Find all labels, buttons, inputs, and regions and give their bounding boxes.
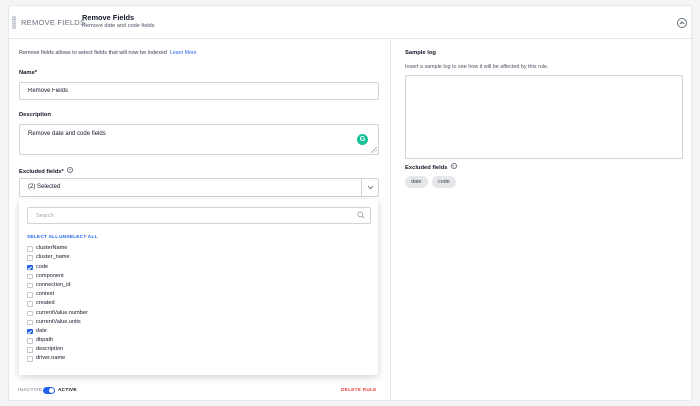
select-toggle[interactable] (361, 179, 378, 196)
excluded-chip-date: date (405, 176, 428, 188)
list-item[interactable]: code (19, 263, 378, 272)
checkbox[interactable] (27, 292, 33, 298)
name-input[interactable] (19, 82, 379, 100)
list-item-label: currentValue.number (36, 309, 88, 316)
search-icon (357, 211, 365, 219)
resize-grip-icon[interactable] (371, 147, 377, 153)
sample-excluded-label: Excluded fields? (405, 163, 457, 171)
list-item[interactable]: connection_id (19, 281, 378, 290)
checkbox[interactable] (27, 319, 33, 326)
sample-log-description: Insert a sample log to see how it will b… (405, 64, 549, 70)
list-item[interactable]: created (19, 299, 378, 308)
list-item[interactable]: dbpath (19, 336, 378, 345)
list-item-label: created (36, 300, 55, 307)
excluded-fields-select[interactable]: (2) Selected (19, 178, 379, 197)
list-item[interactable]: context (19, 290, 378, 299)
checkbox[interactable] (27, 282, 33, 289)
checkbox[interactable] (27, 301, 33, 307)
column-divider (390, 39, 391, 401)
inactive-label: INACTIVE (18, 388, 42, 393)
checkbox-checked[interactable] (27, 328, 33, 335)
list-item[interactable]: currentValue.units (19, 318, 378, 327)
learn-more-link[interactable]: Learn More (170, 50, 197, 56)
list-item-label: connection_id (36, 281, 71, 288)
checkbox[interactable] (27, 310, 33, 316)
active-toggle[interactable] (43, 387, 55, 394)
excluded-chip-code: code (432, 176, 456, 188)
rule-title: Remove Fields (82, 13, 135, 22)
list-item[interactable]: currentValue.number (19, 309, 378, 318)
list-item-label: date (36, 327, 47, 334)
drag-handle-icon[interactable] (12, 16, 16, 29)
chevron-down-icon (367, 185, 374, 190)
field-list-scroll: clusterName cluster_namecode component conn… (19, 240, 378, 364)
checkbox-checked[interactable] (27, 264, 33, 271)
chevron-up-icon (679, 21, 685, 25)
sample-log-title: Sample log (405, 50, 436, 56)
list-item[interactable]: component (19, 272, 378, 281)
checkbox[interactable] (27, 255, 33, 261)
field-list[interactable]: clusterName cluster_namecode component conn… (19, 240, 378, 370)
sample-excluded-label-text: Excluded fields (405, 165, 448, 171)
checkbox[interactable] (27, 356, 33, 362)
list-item-label: cluster_name (36, 254, 70, 261)
checkbox[interactable] (27, 338, 33, 344)
rule-card: REMOVE FIELDS Remove Fields Remove date … (8, 5, 693, 401)
list-item[interactable]: date (19, 327, 378, 336)
excluded-fields-label: Excluded fields*? (19, 167, 73, 175)
checkbox[interactable] (27, 246, 33, 252)
list-item-label: context (36, 291, 55, 298)
excluded-fields-dropdown: SELECT ALL UNSELECT ALL clusterNameclust… (19, 199, 378, 375)
description-textarea[interactable]: Remove date and code fields G (19, 124, 379, 155)
list-item-label: code (36, 263, 49, 270)
list-item-label: clusterName (36, 245, 68, 252)
help-icon[interactable]: ? (66, 167, 73, 173)
collapse-button[interactable] (677, 18, 687, 28)
sample-log-textarea[interactable] (405, 75, 683, 159)
name-label: Name* (19, 70, 38, 76)
checkbox[interactable] (27, 273, 33, 280)
list-item[interactable]: cluster_name (19, 253, 378, 262)
field-search-input[interactable] (27, 207, 371, 224)
help-icon[interactable]: ? (450, 163, 457, 169)
rule-header[interactable]: REMOVE FIELDS Remove Fields Remove date … (9, 6, 693, 39)
list-item-label: dbpath (36, 337, 54, 344)
checkbox[interactable] (27, 347, 33, 353)
rule-subtitle: Remove date and code fields (82, 23, 155, 29)
list-item[interactable]: driver.name (19, 354, 378, 363)
delete-rule-button[interactable]: DELETE RULE (341, 388, 377, 393)
excluded-fields-selected: (2) Selected (28, 184, 61, 190)
intro-description: Remove fields allows to select fields th… (19, 50, 167, 56)
list-item[interactable]: clusterName (19, 244, 378, 253)
rule-type-label: REMOVE FIELDS (21, 18, 86, 27)
intro-text: Remove fields allows to select fields th… (19, 50, 197, 56)
excluded-fields-label-text: Excluded fields* (19, 169, 64, 175)
list-item-label: currentValue.units (36, 318, 81, 325)
list-item[interactable]: description (19, 345, 378, 354)
grammarly-icon[interactable]: G (357, 134, 368, 145)
active-label: ACTIVE (58, 388, 77, 393)
description-text: Remove date and code fields (28, 131, 106, 137)
list-item-label: component (36, 272, 64, 279)
description-label: Description (19, 112, 51, 118)
list-item-label: driver.name (36, 355, 66, 362)
list-item-label: description (36, 346, 64, 353)
